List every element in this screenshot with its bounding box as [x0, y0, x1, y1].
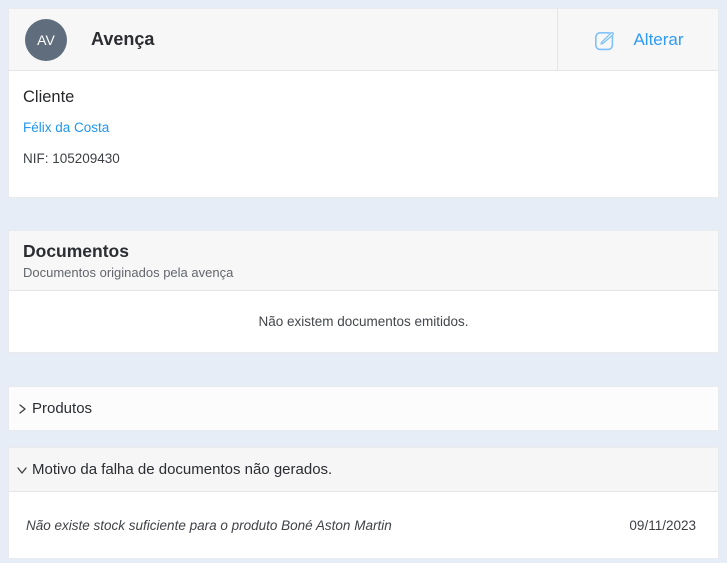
client-section: Cliente Félix da Costa NIF: 105209430 [9, 71, 718, 197]
alterar-button-label: Alterar [633, 30, 683, 50]
client-section-heading: Cliente [23, 88, 704, 107]
documents-empty-state: Não existem documentos emitidos. [9, 291, 718, 352]
alterar-button[interactable]: Alterar [557, 9, 718, 70]
avenca-card-header: AV Avença Alterar [9, 9, 718, 71]
client-name-link[interactable]: Félix da Costa [23, 120, 109, 135]
chevron-down-icon [15, 463, 29, 477]
documents-subtitle: Documentos originados pela avença [23, 265, 704, 280]
failure-section-label: Motivo da falha de documentos não gerado… [32, 461, 332, 478]
client-nif: NIF: 105209430 [23, 151, 704, 166]
avatar-initials: AV [37, 32, 55, 48]
documents-empty-message: Não existem documentos emitidos. [258, 314, 468, 329]
chevron-right-icon [15, 402, 29, 416]
products-section-label: Produtos [32, 400, 92, 417]
page: { "colors": { "accent_blue": "#2e9bf7", … [0, 0, 727, 563]
page-title: Avença [91, 29, 557, 50]
failure-entry-row: Não existe stock suficiente para o produ… [9, 492, 718, 558]
documents-card-header: Documentos Documentos originados pela av… [9, 231, 718, 291]
edit-icon [592, 27, 618, 53]
failure-section: Motivo da falha de documentos não gerado… [8, 447, 719, 559]
avatar: AV [25, 19, 67, 61]
documents-title: Documentos [23, 241, 704, 262]
failure-entry-message: Não existe stock suficiente para o produ… [26, 518, 392, 533]
failure-entry-date: 09/11/2023 [629, 518, 696, 533]
failure-section-toggle[interactable]: Motivo da falha de documentos não gerado… [9, 448, 718, 492]
products-section-toggle[interactable]: Produtos [8, 386, 719, 431]
avenca-card: AV Avença Alterar Cliente Félix da Costa… [8, 8, 719, 198]
documents-card: Documentos Documentos originados pela av… [8, 230, 719, 353]
